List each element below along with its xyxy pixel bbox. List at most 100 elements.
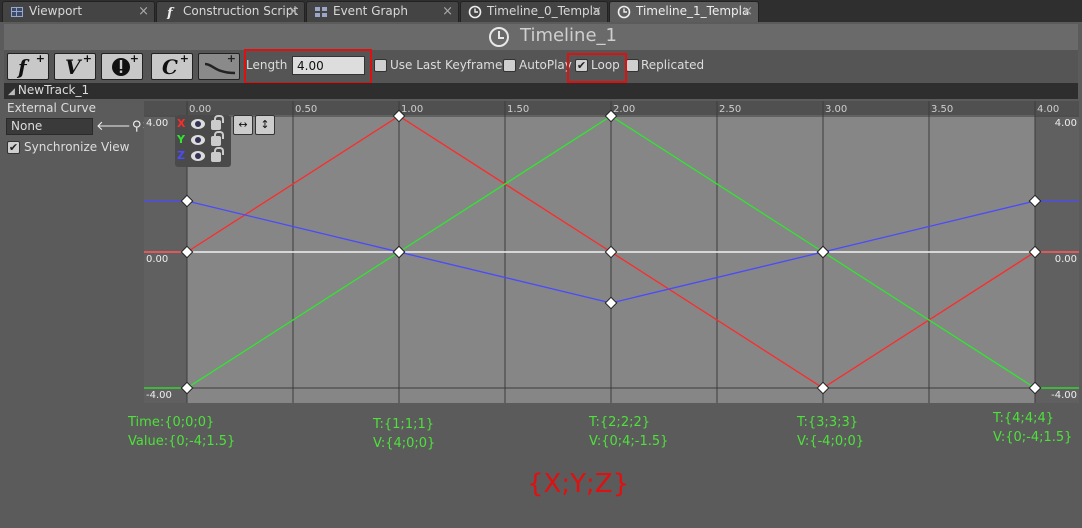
x-tick-label: 1.50 [507, 104, 529, 115]
synchronize-view-checkbox[interactable]: ✔ [7, 141, 20, 154]
graph-icon [315, 7, 327, 17]
tab-viewport[interactable]: Viewport × [2, 1, 155, 22]
y-tick-label-right: 4.00 [1055, 118, 1077, 129]
curve-graph[interactable]: 0.00 0.50 1.00 1.50 2.00 2.50 3.00 3.50 4.00 4.00… [144, 101, 1079, 403]
external-curve-select[interactable]: None [6, 118, 93, 135]
track-header[interactable]: ◢ NewTrack_1 [4, 83, 1078, 99]
close-icon[interactable]: × [442, 2, 453, 21]
synchronize-view-label: Synchronize View [24, 140, 130, 154]
tab-label: Event Graph [333, 4, 408, 18]
eye-icon[interactable] [191, 151, 205, 161]
annotation-value: V:{-4;0;0} [797, 434, 865, 449]
axis-x-row: X [177, 115, 229, 132]
tab-label: Timeline_1_Templa [636, 4, 750, 18]
lock-icon[interactable] [211, 147, 224, 162]
external-curve-label: External Curve [7, 101, 97, 115]
x-tick-label: 3.50 [931, 104, 953, 115]
x-tick-label: 4.00 [1037, 104, 1059, 115]
x-tick-label: 1.00 [401, 104, 423, 115]
svg-text:f: f [166, 6, 175, 19]
y-tick-label-right: 0.00 [1055, 254, 1077, 265]
xyz-label: {X;Y;Z} [527, 469, 630, 499]
x-tick-label: 0.50 [295, 104, 317, 115]
eye-icon[interactable] [191, 135, 205, 145]
x-tick-label: 2.50 [719, 104, 741, 115]
clock-icon [468, 5, 482, 19]
annotation-time: T:{4;4;4} [993, 411, 1055, 426]
axis-y-row: Y [177, 131, 229, 148]
curve-editor[interactable]: 0.00 0.50 1.00 1.50 2.00 2.50 3.00 3.50 4.00 4.00… [144, 101, 1079, 403]
title-bar: Timeline_1 [4, 24, 1078, 50]
add-external-curve-button[interactable]: + [198, 52, 240, 80]
add-float-track-icon: f [18, 55, 27, 79]
page-title: Timeline_1 [520, 25, 617, 46]
fit-horizontal-button[interactable]: ↔ [233, 115, 253, 135]
annotation-key-2: T:{2;2;2} V:{0;4;-1.5} [589, 413, 668, 451]
viewport-icon [11, 7, 23, 17]
tab-label: Viewport [29, 4, 83, 18]
x-tick-label: 2.00 [613, 104, 635, 115]
track-name: NewTrack_1 [17, 83, 90, 97]
annotation-value: V:{0;-4;1.5} [993, 430, 1073, 445]
autoplay-label: AutoPlay [519, 58, 572, 72]
use-selected-arrow-icon[interactable]: 🡐 [96, 119, 132, 134]
tab-label: Timeline_0_Templa [487, 4, 601, 18]
fit-horizontal-icon: ↔ [238, 118, 248, 131]
tab-timeline-1[interactable]: Timeline_1_Templa × [609, 1, 759, 22]
add-event-track-icon [110, 55, 132, 82]
add-color-track-icon: C [162, 55, 178, 79]
tab-construction-script[interactable]: f Construction Script × [156, 1, 305, 22]
y-tick-label-right: -4.00 [1051, 390, 1077, 401]
use-last-keyframe-checkbox[interactable] [374, 59, 387, 72]
clock-icon [617, 5, 631, 19]
tab-timeline-0[interactable]: Timeline_0_Templa × [460, 1, 608, 22]
clock-icon [489, 27, 509, 47]
annotation-key-1: T:{1;1;1} V:{4;0;0} [373, 415, 435, 453]
fit-vertical-icon: ↕ [260, 118, 270, 131]
use-last-keyframe-label: Use Last Keyframe? [390, 58, 509, 72]
x-tick-label: 0.00 [189, 104, 211, 115]
add-vector-track-icon: V [65, 55, 81, 79]
annotation-value: V:{4;0;0} [373, 436, 436, 451]
close-icon[interactable]: × [138, 2, 149, 21]
close-icon[interactable]: × [591, 2, 602, 21]
autoplay-checkbox[interactable] [503, 59, 516, 72]
x-tick-label: 3.00 [825, 104, 847, 115]
annotation-key-4: T:{4;4;4} V:{0;-4;1.5} [993, 409, 1072, 447]
y-tick-label-left: -4.00 [146, 390, 172, 401]
close-icon[interactable]: × [288, 2, 299, 21]
axis-z-label: Z [177, 149, 185, 162]
collapse-arrow-icon[interactable]: ◢ [8, 87, 15, 97]
tab-bar: Viewport × f Construction Script × Event… [0, 0, 1082, 22]
annotation-time: Time:{0;0;0} [128, 415, 215, 430]
add-event-track-button[interactable]: + [101, 52, 143, 82]
axis-z-row: Z [177, 147, 229, 164]
tab-label: Construction Script [183, 4, 299, 18]
eye-icon[interactable] [191, 119, 205, 129]
annotation-time: T:{2;2;2} [589, 415, 651, 430]
annotation-value: Value:{0;-4;1.5} [128, 434, 236, 449]
add-vector-track-button[interactable]: V + [54, 52, 96, 80]
y-tick-label-left: 0.00 [146, 254, 168, 265]
add-float-track-button[interactable]: f + [7, 52, 49, 80]
annotation-time: T:{1;1;1} [373, 417, 435, 432]
lock-icon[interactable] [211, 131, 224, 146]
annotation-key-0: Time:{0;0;0} Value:{0;-4;1.5} [128, 413, 235, 451]
axis-x-label: X [177, 117, 186, 130]
add-color-track-button[interactable]: C + [151, 52, 193, 80]
annotation-key-3: T:{3;3;3} V:{-4;0;0} [797, 413, 864, 451]
tab-event-graph[interactable]: Event Graph × [306, 1, 459, 22]
annotation-value: V:{0;4;-1.5} [589, 434, 669, 449]
length-highlight-box [244, 49, 372, 84]
browse-search-icon[interactable]: ⚲ [132, 119, 143, 134]
fit-vertical-button[interactable]: ↕ [255, 115, 275, 135]
toolbar: f+ V+ + C+ + Length Use Last Keyframe? A… [4, 50, 1078, 83]
close-icon[interactable]: × [742, 2, 753, 21]
function-icon: f [166, 6, 175, 19]
replicated-label: Replicated [641, 58, 705, 72]
axis-y-label: Y [177, 133, 185, 146]
lock-icon[interactable] [211, 115, 224, 130]
checkmark-icon: ✔ [8, 141, 19, 154]
loop-highlight-box [567, 53, 627, 83]
replicated-checkbox[interactable] [626, 59, 639, 72]
